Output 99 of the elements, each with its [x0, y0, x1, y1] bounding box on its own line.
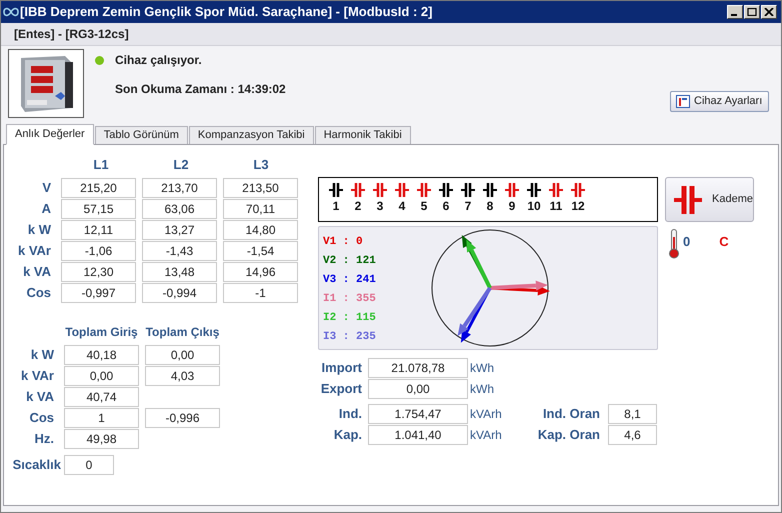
step-number: 5 — [420, 198, 428, 214]
value-cell: 57,15 — [61, 199, 136, 219]
maximize-button[interactable] — [744, 5, 760, 19]
step-number: 4 — [398, 198, 406, 214]
value-cell: 13,27 — [142, 220, 217, 240]
row-label: A — [40, 200, 51, 218]
value-cell: -1,54 — [223, 241, 298, 261]
value-cell: 215,20 — [61, 178, 136, 198]
column-header: L2 — [172, 156, 190, 174]
value-cell: 13,48 — [142, 262, 217, 282]
value-cell: 213,50 — [223, 178, 298, 198]
value-cell: -0,997 — [61, 283, 136, 303]
phasor-label: I3 : 235 — [323, 330, 376, 345]
device-settings-button[interactable]: Cihaz Ayarları — [670, 91, 769, 112]
value-cell: 0,00 — [145, 345, 220, 365]
row-label: k W — [26, 221, 51, 240]
value-cell: -1,06 — [61, 241, 136, 261]
energy-label: Import — [320, 359, 362, 378]
phasor-label: V3 : 241 — [323, 273, 376, 288]
close-button[interactable] — [761, 5, 777, 19]
panel-icon — [676, 95, 690, 108]
value-cell: 4,03 — [145, 366, 220, 386]
row-label: V — [41, 179, 51, 198]
unit-label: kWh — [470, 360, 494, 377]
value-cell: 12,11 — [61, 220, 136, 240]
value-cell: -0,994 — [142, 283, 217, 303]
value-cell: 14,80 — [223, 220, 298, 240]
value-cell: 63,06 — [142, 199, 217, 219]
unit-label: kWh — [470, 381, 494, 398]
tab[interactable]: Tablo Görünüm — [94, 126, 188, 145]
temperature-value: 0 — [683, 233, 690, 251]
row-label: Cos — [28, 409, 54, 428]
device-header: [Entes] - [RG3-12cs] — [14, 26, 129, 43]
temperature-label: Sıcaklık — [12, 456, 61, 474]
ratio-value: 8,1 — [608, 404, 657, 424]
column-header: L3 — [252, 156, 270, 174]
step-number: 2 — [354, 198, 362, 214]
column-header: Toplam Çıkış — [145, 324, 220, 341]
value-cell: 40,18 — [64, 345, 139, 365]
energy-label: Kap. — [332, 426, 362, 444]
window-title: [IBB Deprem Zemin Gençlik Spor Müd. Saraçhane] - [ModbusId : 2] — [20, 3, 432, 22]
value-cell: -0,996 — [145, 408, 220, 428]
column-header: Toplam Giriş — [64, 324, 139, 341]
step-number: 9 — [508, 198, 516, 214]
capacitor-icon — [674, 184, 702, 216]
tab[interactable]: Kompanzasyon Takibi — [188, 126, 314, 145]
unit-label: kVArh — [470, 406, 503, 423]
energy-value: 0,00 — [368, 379, 468, 399]
column-header: L1 — [92, 156, 110, 174]
step-number: 7 — [464, 198, 472, 214]
phasor-label: V2 : 121 — [323, 254, 376, 269]
unit-label: kVArh — [470, 427, 503, 444]
energy-value: 21.078,78 — [368, 358, 468, 378]
phasor-label: I2 : 115 — [323, 311, 376, 326]
maximize-icon — [747, 8, 757, 16]
row-label: k VAr — [20, 367, 54, 386]
phasor-label: I1 : 355 — [323, 292, 376, 307]
ratio-label: Ind. Oran — [542, 405, 600, 424]
status-text: Cihaz çalışıyor. — [115, 52, 202, 69]
row-label: k W — [30, 346, 54, 364]
step-number: 3 — [376, 198, 384, 214]
row-label: k VA — [22, 263, 51, 282]
value-cell: 12,30 — [61, 262, 136, 282]
last-read-time: Son Okuma Zamanı : 14:39:02 — [115, 81, 286, 98]
step-number: 11 — [550, 198, 562, 214]
energy-label: Ind. — [338, 405, 362, 424]
value-cell: 0,00 — [64, 366, 139, 386]
row-label: Cos — [25, 284, 51, 302]
step-number: 12 — [571, 198, 585, 214]
temperature-unit: C — [719, 233, 729, 251]
energy-value: 1.754,47 — [368, 404, 468, 424]
row-label: Hz. — [34, 430, 54, 448]
row-label: k VA — [25, 388, 54, 406]
ratio-label: Kap. Oran — [536, 426, 600, 444]
phasor-label: V1 : 0 — [323, 235, 364, 250]
step-number: 8 — [486, 198, 494, 214]
row-label: k VAr — [17, 242, 51, 260]
value-cell: 49,98 — [64, 429, 139, 449]
thermometer-icon — [668, 229, 680, 259]
value-cell: -1 — [223, 283, 298, 303]
close-icon — [764, 8, 774, 16]
ratio-value: 4,6 — [608, 425, 657, 445]
infinity-icon — [3, 7, 19, 17]
value-cell: 14,96 — [223, 262, 298, 282]
tab[interactable]: Anlık Değerler — [6, 124, 94, 145]
value-cell: 40,74 — [64, 387, 139, 407]
value-cell: 1 — [64, 408, 139, 428]
kademe-button[interactable]: Kademe — [665, 177, 754, 222]
step-number: 1 — [332, 198, 340, 214]
energy-label: Export — [320, 380, 362, 398]
energy-value: 1.041,40 — [368, 425, 468, 445]
step-number: 6 — [442, 198, 450, 214]
value-cell: -1,43 — [142, 241, 217, 261]
tab[interactable]: Harmonik Takibi — [314, 126, 411, 145]
value-cell: 70,11 — [223, 199, 298, 219]
step-number: 10 — [527, 198, 541, 214]
temperature-field: 0 — [64, 455, 114, 475]
value-cell: 213,70 — [142, 178, 217, 198]
minimize-button[interactable] — [727, 5, 743, 19]
